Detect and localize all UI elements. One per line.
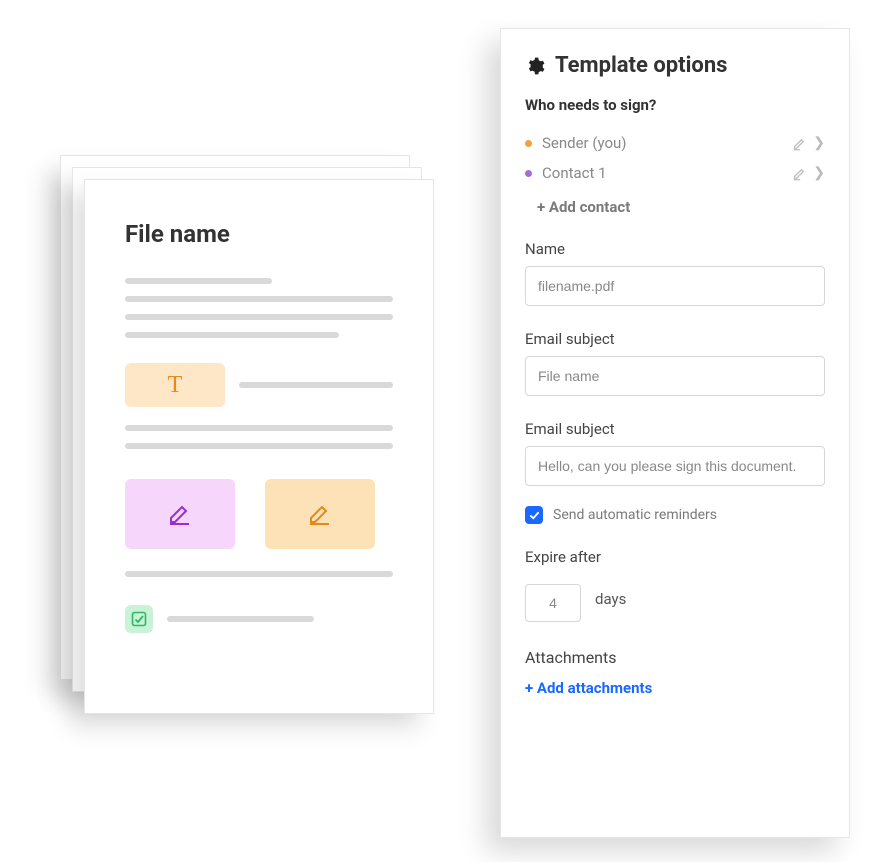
edit-icon[interactable] bbox=[792, 166, 807, 181]
expire-label: Expire after bbox=[525, 548, 825, 566]
add-contact-button[interactable]: + Add contact bbox=[537, 198, 630, 216]
document-title: File name bbox=[125, 220, 393, 248]
chevron-right-icon[interactable]: ❯ bbox=[813, 135, 825, 151]
reminders-checkbox[interactable] bbox=[525, 506, 543, 524]
name-label: Name bbox=[525, 240, 825, 258]
signer-label: Sender (you) bbox=[542, 134, 627, 152]
email-subject-label-1: Email subject bbox=[525, 330, 825, 348]
placeholder-line bbox=[125, 314, 393, 320]
attachments-label: Attachments bbox=[525, 648, 825, 667]
name-input[interactable] bbox=[525, 266, 825, 306]
email-subject-label-2: Email subject bbox=[525, 420, 825, 438]
signer-color-dot bbox=[525, 170, 532, 177]
check-icon bbox=[131, 611, 147, 627]
gear-icon bbox=[525, 56, 545, 76]
check-icon bbox=[529, 510, 540, 521]
signer-color-dot bbox=[525, 140, 532, 147]
placeholder-line bbox=[125, 296, 393, 302]
document-preview[interactable]: File name T bbox=[84, 179, 434, 714]
email-subject-input-1[interactable] bbox=[525, 356, 825, 396]
placeholder-line bbox=[125, 425, 393, 431]
signature-field-1[interactable] bbox=[125, 479, 235, 549]
signer-label: Contact 1 bbox=[542, 164, 607, 182]
signer-row-sender[interactable]: Sender (you) ❯ bbox=[525, 128, 825, 158]
placeholder-line bbox=[125, 278, 272, 284]
reminders-label: Send automatic reminders bbox=[553, 507, 717, 523]
signature-icon bbox=[307, 503, 333, 525]
panel-header: Template options bbox=[525, 53, 825, 78]
signature-icon bbox=[167, 503, 193, 525]
expire-unit: days bbox=[595, 590, 626, 608]
edit-icon[interactable] bbox=[792, 136, 807, 151]
add-attachments-button[interactable]: + Add attachments bbox=[525, 679, 652, 697]
expire-days-input[interactable] bbox=[525, 584, 581, 622]
placeholder-line bbox=[239, 382, 393, 388]
email-body-input[interactable] bbox=[525, 446, 825, 486]
placeholder-line bbox=[125, 571, 393, 577]
template-options-panel: Template options Who needs to sign? Send… bbox=[500, 28, 850, 838]
signature-field-2[interactable] bbox=[265, 479, 375, 549]
who-signs-label: Who needs to sign? bbox=[525, 96, 825, 114]
checkbox-field[interactable] bbox=[125, 605, 153, 633]
chevron-right-icon[interactable]: ❯ bbox=[813, 165, 825, 181]
text-icon: T bbox=[168, 372, 183, 399]
signer-row-contact1[interactable]: Contact 1 ❯ bbox=[525, 158, 825, 188]
document-preview-stack: File name T bbox=[60, 155, 430, 705]
placeholder-line bbox=[125, 443, 393, 449]
panel-title: Template options bbox=[555, 53, 727, 78]
text-field-block[interactable]: T bbox=[125, 363, 225, 407]
placeholder-line bbox=[125, 332, 339, 338]
placeholder-line bbox=[167, 616, 314, 622]
